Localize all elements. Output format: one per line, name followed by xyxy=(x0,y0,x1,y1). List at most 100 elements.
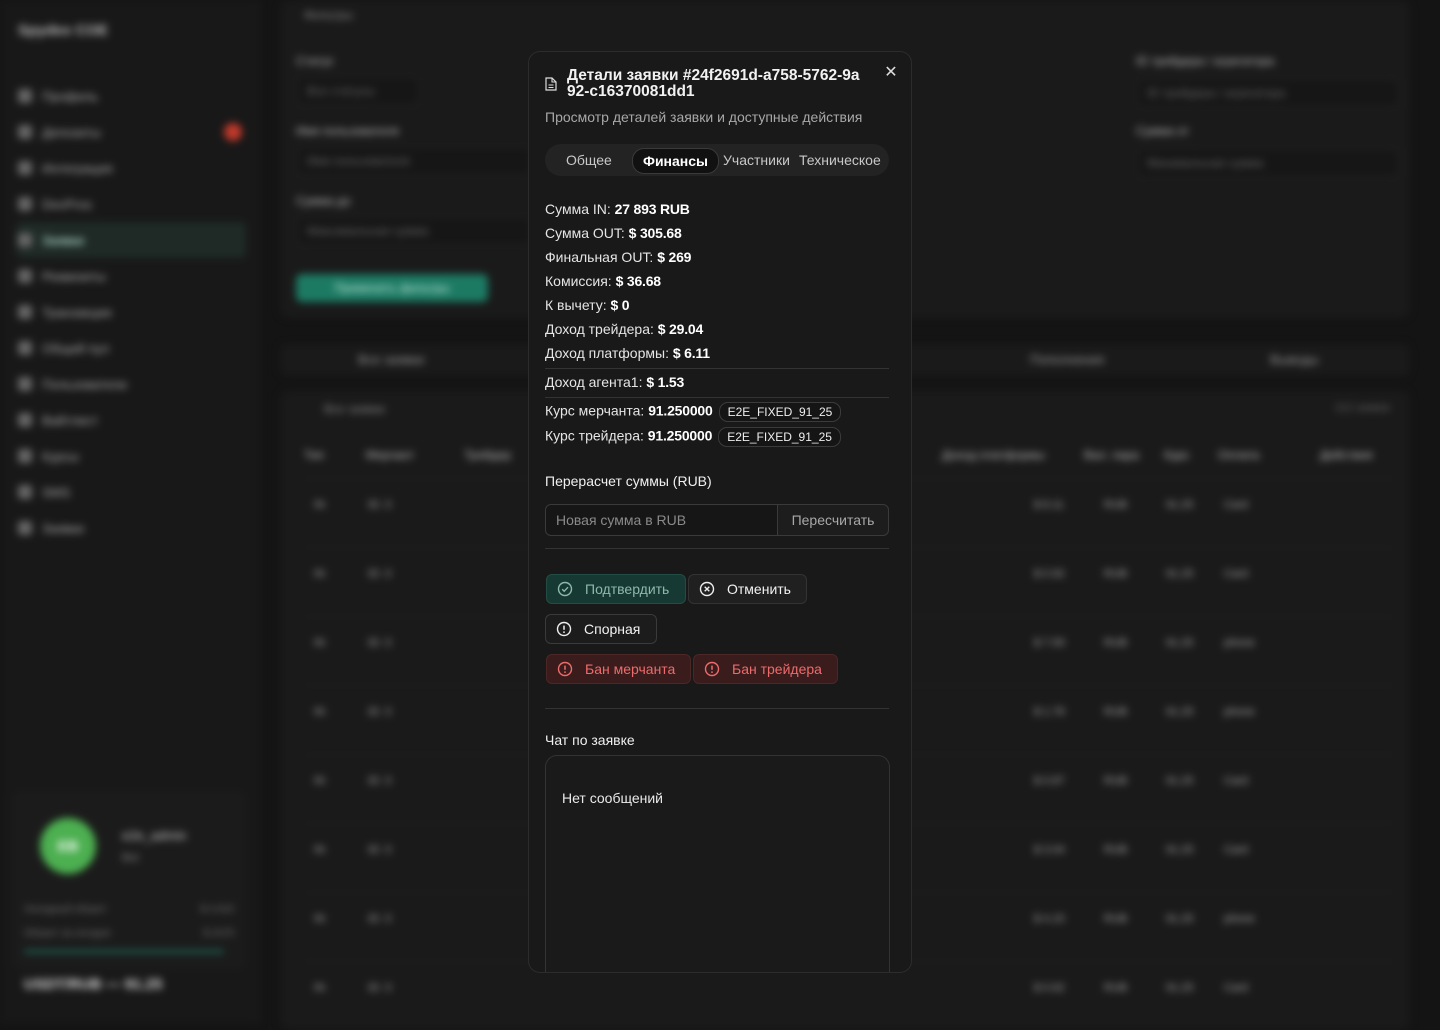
tab-general[interactable]: Общее xyxy=(566,144,612,176)
cell-rate: 91.25 xyxy=(1166,844,1194,856)
message-icon xyxy=(18,485,32,499)
dispute-label: Спорная xyxy=(584,621,641,637)
deduct-value: $ 0 xyxy=(610,297,630,313)
modal-subtitle: Просмотр деталей заявки и доступные дейс… xyxy=(545,109,863,125)
sidebar-item-orders[interactable]: Заявки xyxy=(16,222,246,258)
sidebar-item-label: Пользователи xyxy=(42,376,127,392)
platform-income-label: Доход платформы: xyxy=(545,345,669,361)
tab-finance[interactable]: Финансы xyxy=(632,148,719,174)
username-input[interactable]: Имя пользователя xyxy=(296,146,532,176)
recalc-title: Перерасчет суммы (RUB) xyxy=(545,473,712,489)
status-label: Статус xyxy=(296,54,334,68)
ban-merchant-button[interactable]: Бан мерчанта xyxy=(546,654,691,684)
dispute-button[interactable]: Спорная xyxy=(545,614,657,644)
pool-icon xyxy=(18,341,32,355)
document-icon xyxy=(545,77,557,91)
cell-platform: $ 8.11 xyxy=(1034,499,1064,511)
trader-income-row: Доход трейдера: $ 29.04 xyxy=(545,321,703,337)
deduct-row: К вычету: $ 0 xyxy=(545,297,630,313)
sum-in-label: Сумма IN: xyxy=(545,201,611,217)
alert-circle-icon xyxy=(557,661,573,677)
cell-merchant: ID: 3 xyxy=(368,499,392,511)
check-circle-icon xyxy=(557,581,573,597)
cell-pair: RUB xyxy=(1104,706,1128,718)
cell-pair: RUB xyxy=(1104,844,1128,856)
final-out-row: Финальная OUT: $ 269 xyxy=(545,249,691,265)
sidebar-item-label: Интеграция xyxy=(42,160,113,176)
alert-circle-icon xyxy=(556,621,572,637)
cancel-label: Отменить xyxy=(727,581,791,597)
user-name: e2e_admin xyxy=(122,828,187,843)
sidebar-item-rates[interactable]: Курсы xyxy=(16,438,246,474)
column-header: Действия xyxy=(1320,448,1373,462)
final-out-value: $ 269 xyxy=(657,249,692,265)
users-icon xyxy=(18,377,32,391)
trader-rate-label: Курс трейдера: xyxy=(545,427,644,444)
apply-filters-button[interactable]: Применить фильтры xyxy=(296,274,488,302)
chart-icon xyxy=(18,449,32,463)
amount-from-input[interactable]: Минимальная сумма xyxy=(1136,148,1400,178)
brand-logo: Spydex COE xyxy=(18,22,109,39)
cell-type: IN xyxy=(314,844,325,856)
wallet-icon xyxy=(18,125,32,139)
tab-deposits[interactable]: Пополнения xyxy=(1030,352,1104,367)
cell-merchant: ID: 3 xyxy=(368,568,392,580)
agent-income-row: Доход агента1: $ 1.53 xyxy=(545,374,684,390)
list-icon xyxy=(18,233,32,247)
close-icon[interactable]: ✕ xyxy=(883,65,899,81)
chat-title: Чат по заявке xyxy=(545,732,635,748)
trader-id-input[interactable]: ID трейдера / агрегатора xyxy=(1136,78,1400,108)
sidebar-item-transactions[interactable]: Транзакции xyxy=(16,294,246,330)
tab-participants[interactable]: Участники xyxy=(723,144,790,176)
sidebar-item-users[interactable]: Пользователи xyxy=(16,366,246,402)
status-select[interactable]: Все статусы xyxy=(296,76,420,106)
trader-rate-row: Курс трейдера: 91.250000 E2E_FIXED_91_25 xyxy=(545,427,841,447)
trader-id-label: ID трейдера / агрегатора xyxy=(1136,54,1275,68)
ban-merchant-label: Бан мерчанта xyxy=(585,661,676,677)
commission-label: Комиссия: xyxy=(545,273,612,289)
cell-type: IN xyxy=(314,706,325,718)
chat-messages[interactable]: Нет сообщений xyxy=(545,755,890,972)
cell-pay: Card xyxy=(1224,568,1248,580)
column-header: Трейдер xyxy=(464,448,512,462)
sidebar-item-profile[interactable]: Профиль xyxy=(16,78,246,114)
sidebar-item-sms[interactable]: SMS xyxy=(16,474,246,510)
table-title: Все заявки xyxy=(324,402,386,416)
sidebar-item-pool[interactable]: Общий пул xyxy=(16,330,246,366)
deduct-label: К вычету: xyxy=(545,297,607,313)
user-role: Bot xyxy=(122,852,139,864)
exchange-icon xyxy=(18,305,32,319)
modal-title: Детали заявки #24f2691d-a758-5762-9a92-c… xyxy=(567,67,860,100)
sidebar-item-deposits[interactable]: Депозиты xyxy=(16,114,246,150)
progress-bar xyxy=(24,950,224,953)
stat-label: Оборот за сегодня xyxy=(24,928,111,939)
recalc-button[interactable]: Пересчитать xyxy=(777,504,889,536)
sidebar-item-devpros[interactable]: DevPros xyxy=(16,186,246,222)
tab-withdrawals[interactable]: Выводы xyxy=(1270,352,1319,367)
sum-out-row: Сумма OUT: $ 305.68 xyxy=(545,225,682,241)
sidebar-item-misc[interactable]: Заявки xyxy=(16,510,246,546)
column-header: Тип xyxy=(304,448,325,462)
cell-pair: RUB xyxy=(1104,568,1128,580)
chat-empty-text: Нет сообщений xyxy=(562,790,664,806)
cell-rate: 91.25 xyxy=(1166,637,1194,649)
confirm-button[interactable]: Подтвердить xyxy=(546,574,686,604)
ban-trader-button[interactable]: Бан трейдера xyxy=(693,654,838,684)
sidebar-item-requisites[interactable]: Реквизиты xyxy=(16,258,246,294)
amount-to-input[interactable]: Максимальная сумма xyxy=(296,216,532,246)
tab-all[interactable]: Все заявки xyxy=(358,352,424,367)
column-header: Доход платформы xyxy=(942,448,1045,462)
plug-icon xyxy=(18,161,32,175)
sidebar-item-integration[interactable]: Интеграция xyxy=(16,150,246,186)
sidebar-item-label: Заявки xyxy=(42,520,84,536)
merchant-rate-label: Курс мерчанта: xyxy=(545,402,645,419)
cell-type: IN xyxy=(314,982,325,994)
recalc-amount-input[interactable] xyxy=(545,504,778,536)
cancel-button[interactable]: Отменить xyxy=(688,574,807,604)
sidebar-item-whitelist[interactable]: Вайтлист xyxy=(16,402,246,438)
cell-rate: 91.25 xyxy=(1166,913,1194,925)
tab-technical[interactable]: Техническое xyxy=(799,144,881,176)
sum-out-label: Сумма OUT: xyxy=(545,225,625,241)
cell-pay: Card xyxy=(1224,775,1248,787)
cell-rate: 91.25 xyxy=(1166,499,1194,511)
